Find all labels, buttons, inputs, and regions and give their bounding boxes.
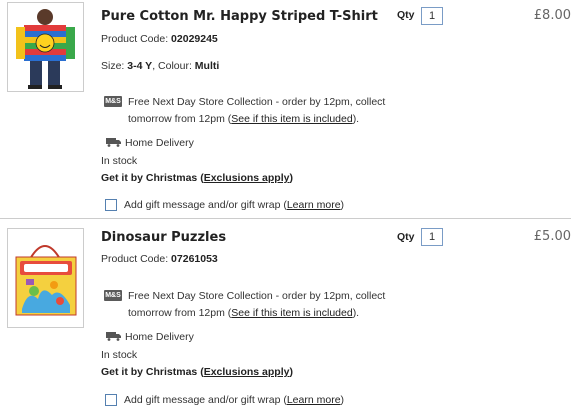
qty-input[interactable]: 1 bbox=[421, 228, 443, 246]
size-colour-line: Size: 3-4 Y, Colour: Multi bbox=[101, 60, 219, 72]
collection-text-2: tomorrow from 12pm (See if this item is … bbox=[128, 307, 360, 319]
price: £8.00 bbox=[533, 8, 571, 23]
christmas-line: Get it by Christmas (Exclusions apply) bbox=[101, 172, 293, 184]
gift-checkbox[interactable] bbox=[105, 394, 117, 406]
see-if-included-link[interactable]: See if this item is included bbox=[231, 307, 352, 319]
exclusions-link[interactable]: Exclusions apply bbox=[204, 172, 290, 184]
qty-label: Qty bbox=[397, 9, 415, 21]
gift-checkbox[interactable] bbox=[105, 199, 117, 211]
basket-item: Dinosaur Puzzles Qty 1 £5.00 Product Cod… bbox=[0, 219, 571, 409]
truck-icon bbox=[106, 332, 121, 341]
exclusions-link[interactable]: Exclusions apply bbox=[204, 366, 290, 378]
learn-more-link[interactable]: Learn more bbox=[287, 394, 341, 406]
stock-status: In stock bbox=[101, 349, 138, 361]
product-code-line: Product Code: 07261053 bbox=[101, 253, 218, 265]
striped-tshirt-image bbox=[8, 3, 83, 91]
size-value: 3-4 Y bbox=[127, 60, 153, 72]
gift-line: Add gift message and/or gift wrap (Learn… bbox=[124, 394, 345, 406]
learn-more-link[interactable]: Learn more bbox=[287, 199, 341, 211]
home-delivery-label: Home Delivery bbox=[125, 331, 194, 343]
collection-text: Free Next Day Store Collection - order b… bbox=[128, 290, 386, 302]
collection-text: Free Next Day Store Collection - order b… bbox=[128, 96, 386, 108]
dinosaur-puzzle-image bbox=[8, 229, 83, 327]
product-code-line: Product Code: 02029245 bbox=[101, 33, 218, 45]
product-code-label: Product Code: bbox=[101, 33, 169, 45]
store-icon: M&S bbox=[104, 96, 122, 107]
product-title[interactable]: Dinosaur Puzzles bbox=[101, 230, 226, 245]
price: £5.00 bbox=[533, 229, 571, 244]
colour-label: , Colour: bbox=[152, 60, 192, 72]
home-delivery-label: Home Delivery bbox=[125, 137, 194, 149]
product-code: 07261053 bbox=[171, 253, 218, 265]
size-label: Size: bbox=[101, 60, 125, 72]
stock-status: In stock bbox=[101, 155, 138, 167]
product-code-label: Product Code: bbox=[101, 253, 169, 265]
gift-line: Add gift message and/or gift wrap (Learn… bbox=[124, 199, 345, 211]
colour-value: Multi bbox=[194, 60, 220, 72]
product-title[interactable]: Pure Cotton Mr. Happy Striped T-Shirt bbox=[101, 9, 378, 24]
qty-label: Qty bbox=[397, 231, 415, 243]
store-icon: M&S bbox=[104, 290, 122, 301]
qty-input[interactable]: 1 bbox=[421, 7, 443, 25]
see-if-included-link[interactable]: See if this item is included bbox=[231, 113, 352, 125]
product-image[interactable] bbox=[7, 2, 84, 92]
christmas-line: Get it by Christmas (Exclusions apply) bbox=[101, 366, 293, 378]
truck-icon bbox=[106, 138, 121, 147]
basket-item: Pure Cotton Mr. Happy Striped T-Shirt Qt… bbox=[0, 0, 571, 218]
product-code: 02029245 bbox=[171, 33, 218, 45]
product-image[interactable] bbox=[7, 228, 84, 328]
collection-text-2: tomorrow from 12pm (See if this item is … bbox=[128, 113, 360, 125]
